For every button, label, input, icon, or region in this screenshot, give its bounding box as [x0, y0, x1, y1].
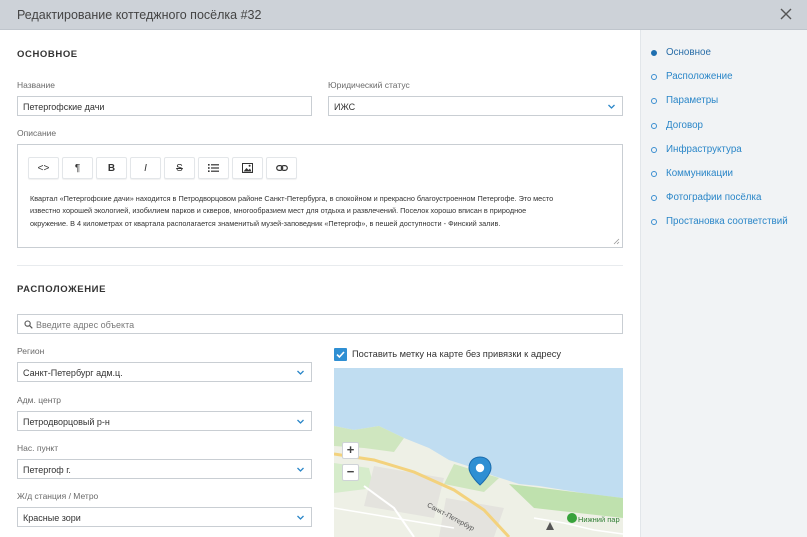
chevron-down-icon — [297, 419, 304, 424]
park-icon — [567, 513, 577, 523]
close-icon[interactable] — [777, 5, 795, 23]
section-nav-panel — [640, 30, 807, 537]
chevron-down-icon — [608, 104, 615, 109]
address-search-input[interactable] — [36, 318, 606, 331]
modal-titlebar: Редактирование коттеджного посёлка #32 — [0, 0, 807, 30]
region-value: Санкт-Петербург адм.ц. — [23, 368, 123, 378]
link-button[interactable] — [266, 157, 297, 179]
list-button[interactable] — [198, 157, 229, 179]
form-main: ОСНОВНОЕ Название Петергофские дачи Юрид… — [0, 30, 640, 537]
station-value: Красные зори — [23, 513, 81, 523]
nav-dot-active — [651, 50, 657, 56]
chevron-down-icon — [297, 370, 304, 375]
nav-item-basic[interactable]: Основное — [666, 47, 711, 58]
link-icon — [275, 164, 288, 172]
italic-button[interactable]: I — [130, 157, 161, 179]
description-line: окружение. В 4 километрах от квартала ра… — [30, 218, 501, 228]
station-label: Ж/д станция / Метро — [17, 491, 99, 501]
list-icon — [208, 164, 219, 172]
chevron-down-icon — [297, 467, 304, 472]
checkmark-icon — [336, 351, 345, 359]
settlement-value: Петергоф г. — [23, 465, 71, 475]
image-icon — [242, 163, 253, 173]
nav-dot — [651, 98, 657, 104]
nav-dot — [651, 195, 657, 201]
description-text[interactable]: Квартал «Петергофские дачи» находится в … — [30, 193, 614, 230]
paragraph-button[interactable]: ¶ — [62, 157, 93, 179]
code-button[interactable]: <> — [28, 157, 59, 179]
name-label: Название — [17, 80, 55, 90]
description-line: Квартал «Петергофские дачи» находится в … — [30, 194, 554, 203]
nav-item-photos[interactable]: Фотографии посёлка — [666, 192, 761, 203]
section-title-basic: ОСНОВНОЕ — [17, 49, 78, 60]
address-search[interactable] — [17, 314, 623, 334]
strikethrough-button[interactable]: S — [164, 157, 195, 179]
nav-item-parameters[interactable]: Параметры — [666, 95, 718, 106]
region-label: Регион — [17, 346, 45, 356]
admin-center-value: Петродворцовый р-н — [23, 417, 110, 427]
station-select[interactable]: Красные зори — [17, 507, 312, 527]
section-divider — [17, 265, 623, 266]
nav-dot — [651, 171, 657, 177]
resize-handle-icon[interactable] — [613, 238, 620, 245]
nav-dot — [651, 147, 657, 153]
map-zoom-out-button[interactable]: − — [342, 464, 359, 481]
settlement-label: Нас. пункт — [17, 443, 59, 453]
nav-dot — [651, 219, 657, 225]
nav-item-communications[interactable]: Коммуникации — [666, 168, 733, 179]
admin-center-select[interactable]: Петродворцовый р-н — [17, 411, 312, 431]
bold-button[interactable]: B — [96, 157, 127, 179]
description-line: известно хорошей экологией, изобилием па… — [30, 206, 527, 216]
search-icon — [24, 320, 33, 329]
modal-title: Редактирование коттеджного посёлка #32 — [17, 8, 262, 22]
nav-item-infrastructure[interactable]: Инфраструктура — [666, 144, 742, 155]
legal-status-value: ИЖС — [334, 102, 356, 112]
description-editor[interactable]: <> ¶ B I S Квартал «Петергофские дачи» н… — [17, 144, 623, 248]
image-button[interactable] — [232, 157, 263, 179]
legal-status-label: Юридический статус — [328, 80, 410, 90]
map-park-label: Нижний пар — [578, 515, 620, 524]
settlement-select[interactable]: Петергоф г. — [17, 459, 312, 479]
nav-item-contract[interactable]: Договор — [666, 120, 703, 131]
legal-status-select[interactable]: ИЖС — [328, 96, 623, 116]
map-canvas — [334, 368, 623, 537]
nav-item-location[interactable]: Расположение — [666, 71, 733, 82]
nav-dot — [651, 74, 657, 80]
no-address-checkbox[interactable] — [334, 348, 347, 361]
name-field[interactable]: Петергофские дачи — [17, 96, 312, 116]
chevron-down-icon — [297, 515, 304, 520]
no-address-checkbox-label[interactable]: Поставить метку на карте без привязки к … — [352, 349, 561, 359]
region-select[interactable]: Санкт-Петербург адм.ц. — [17, 362, 312, 382]
nav-dot — [651, 123, 657, 129]
description-label: Описание — [17, 128, 57, 138]
admin-center-label: Адм. центр — [17, 395, 62, 405]
location-map[interactable]: + − Санкт-Петербур Нижний пар — [334, 368, 623, 537]
nav-item-mapping[interactable]: Простановка соответствий — [666, 216, 788, 227]
map-zoom-in-button[interactable]: + — [342, 442, 359, 459]
section-title-location: РАСПОЛОЖЕНИЕ — [17, 284, 107, 295]
